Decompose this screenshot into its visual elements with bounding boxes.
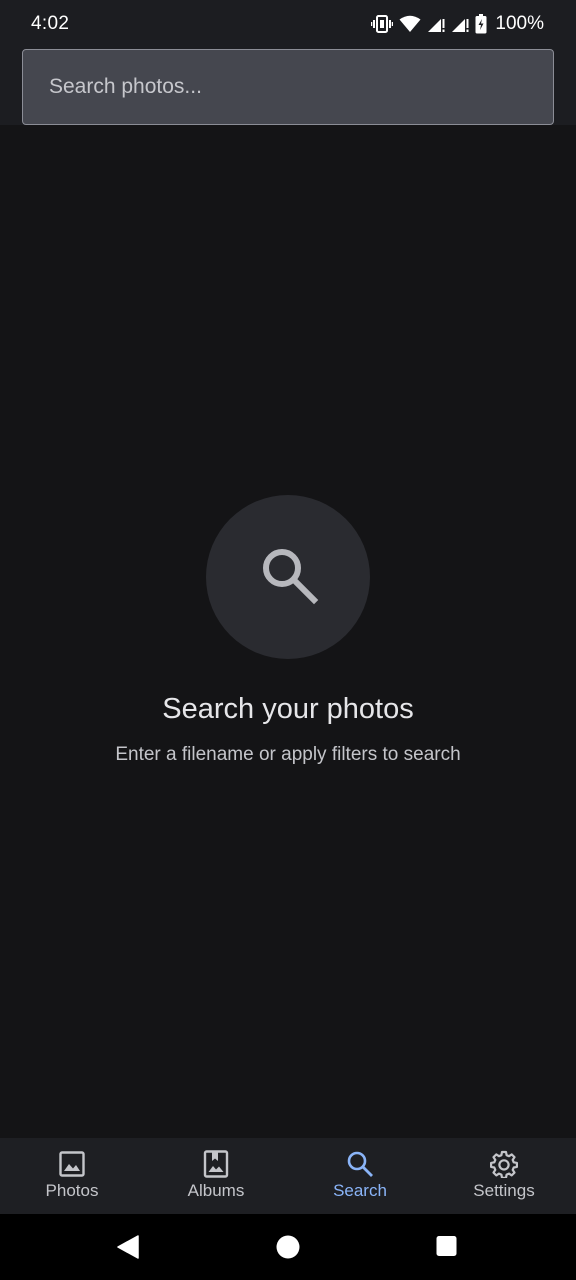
- nav-label-albums: Albums: [187, 1181, 245, 1200]
- nav-label-search: Search: [333, 1181, 387, 1200]
- signal-icon: [451, 15, 469, 33]
- nav-item-albums[interactable]: Albums: [144, 1138, 288, 1214]
- search-icon: [256, 543, 320, 612]
- home-icon[interactable]: [276, 1235, 300, 1259]
- nav-item-settings[interactable]: Settings: [432, 1138, 576, 1214]
- status-icons: 100%: [371, 13, 544, 35]
- empty-state: Search your photos Enter a filename or a…: [0, 495, 576, 766]
- nav-item-search[interactable]: Search: [288, 1138, 432, 1214]
- search-icon: [346, 1150, 374, 1178]
- bottom-navigation: Photos Albums Search Settings: [0, 1138, 576, 1214]
- battery-percent: 100%: [495, 13, 544, 34]
- search-header: [0, 48, 576, 125]
- vibrate-icon: [371, 15, 394, 33]
- nav-label-photos: Photos: [45, 1181, 99, 1200]
- photo-icon: [58, 1150, 86, 1178]
- wifi-icon: [399, 15, 421, 33]
- album-icon: [202, 1150, 230, 1178]
- status-bar: 4:02 100%: [0, 0, 576, 48]
- empty-state-title: Search your photos: [162, 693, 414, 725]
- signal-icon: [427, 15, 445, 33]
- gear-icon: [490, 1150, 518, 1178]
- nav-label-settings: Settings: [473, 1181, 535, 1200]
- empty-state-icon-circle: [206, 495, 370, 659]
- empty-state-subtitle: Enter a filename or apply filters to sea…: [115, 744, 461, 765]
- system-navigation-bar: [0, 1214, 576, 1280]
- nav-item-photos[interactable]: Photos: [0, 1138, 144, 1214]
- battery-icon: [475, 14, 487, 34]
- search-screen: 4:02 100% Search photos... Search your p…: [0, 0, 576, 1280]
- back-icon[interactable]: [117, 1235, 139, 1259]
- status-time: 4:02: [31, 13, 70, 34]
- recents-icon[interactable]: [436, 1235, 457, 1257]
- search-input[interactable]: [22, 49, 554, 125]
